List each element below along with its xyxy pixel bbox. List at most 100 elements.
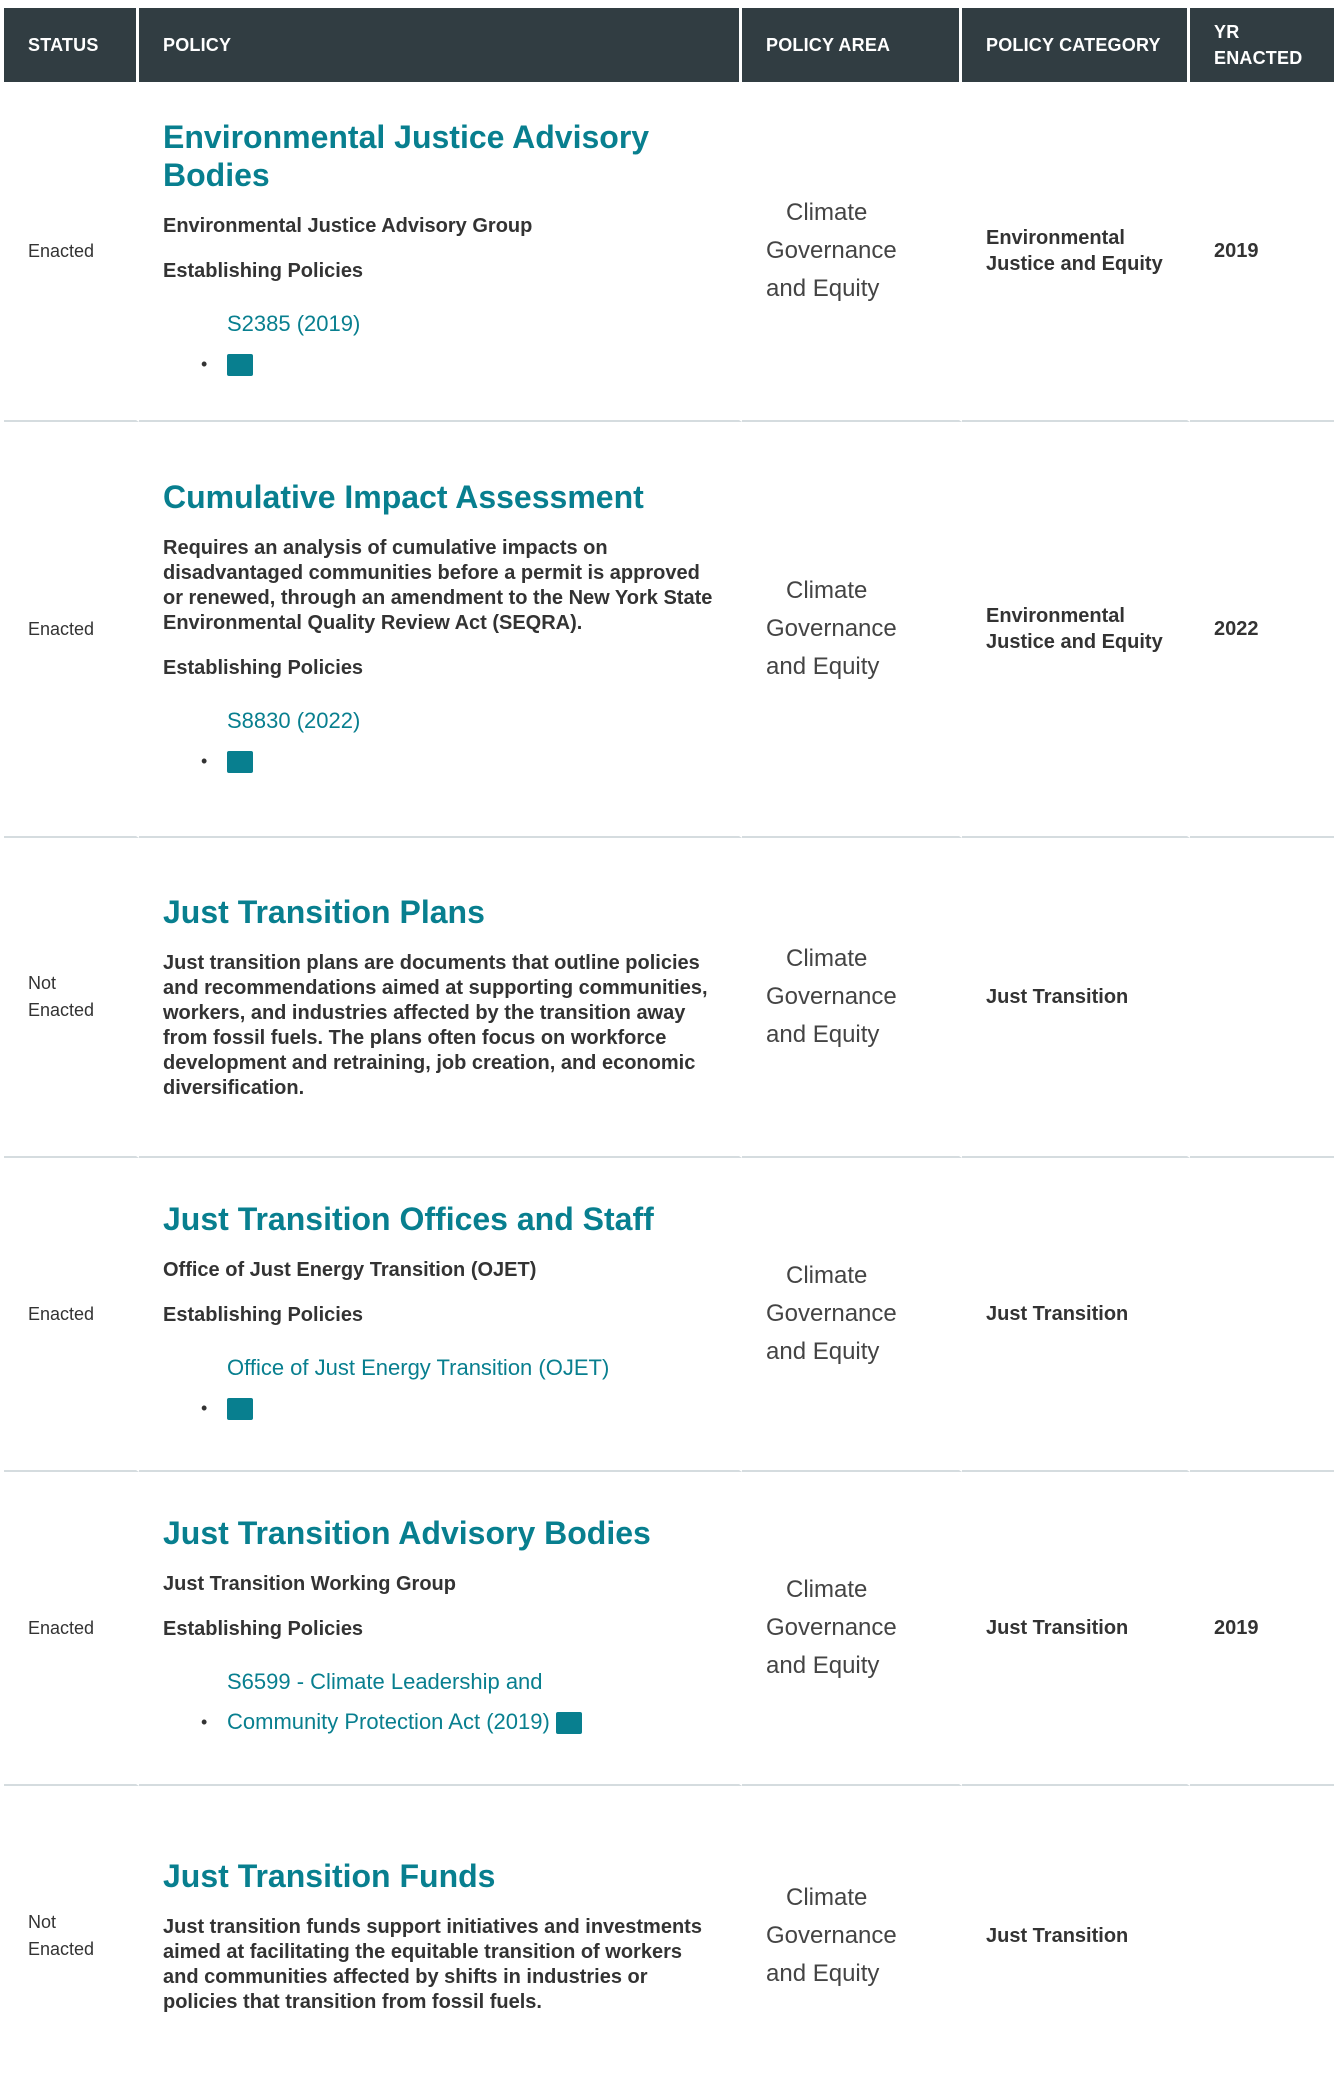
year-cell <box>1190 1158 1334 1472</box>
policy-area-cell: Climate Governance and Equity <box>742 82 962 422</box>
policy-link[interactable]: S8830 (2022) <box>227 708 360 733</box>
establishing-policies-label: Establishing Policies <box>163 260 364 282</box>
policy-description: Requires an analysis of cumulative impac… <box>163 536 713 634</box>
table-row: Enacted Just Transition Offices and Staf… <box>4 1158 1334 1472</box>
policy-link[interactable]: Office of Just Energy Transition (OJET) <box>227 1355 609 1380</box>
status-cell: Enacted <box>4 1158 139 1472</box>
status-text: Not Enacted <box>28 1912 95 1959</box>
policy-description: Just transition plans are documents that… <box>163 952 708 1099</box>
policy-category-cell: Environmental Justice and Equity <box>962 422 1190 838</box>
policy-area: Climate Governance and Equity <box>766 1262 897 1365</box>
status-text: Enacted <box>28 618 95 639</box>
policy-category-cell: Environmental Justice and Equity <box>962 82 1190 422</box>
header-status[interactable]: STATUS <box>4 8 139 82</box>
table-row: Not Enacted Just Transition Plans Just t… <box>4 838 1334 1158</box>
header-yr-enacted[interactable]: YR ENACTED <box>1190 8 1334 82</box>
policy-links-list: S2385 (2019) <box>163 304 715 384</box>
policy-table: STATUS POLICY POLICY AREA POLICY CATEGOR… <box>4 8 1334 2086</box>
policy-category: Just Transition <box>986 1925 1129 1947</box>
status-cell: Enacted <box>4 82 139 422</box>
header-row: STATUS POLICY POLICY AREA POLICY CATEGOR… <box>4 8 1334 82</box>
policy-title-link[interactable]: Just Transition Advisory Bodies <box>163 1515 651 1551</box>
policy-description: Just transition funds support initiative… <box>163 1916 702 2013</box>
policy-link-item: S8830 (2022) <box>201 701 715 781</box>
policy-description: Environmental Justice Advisory Group <box>163 215 533 237</box>
status-text: Enacted <box>28 240 95 261</box>
policy-area-cell: Climate Governance and Equity <box>742 838 962 1158</box>
table-row: Not Enacted Just Transition Funds Just t… <box>4 1786 1334 2086</box>
policy-area: Climate Governance and Equity <box>766 1576 897 1679</box>
policy-category-cell: Just Transition <box>962 838 1190 1158</box>
policy-area-cell: Climate Governance and Equity <box>742 1786 962 2086</box>
establishing-policies-label: Establishing Policies <box>163 1304 364 1326</box>
policy-area: Climate Governance and Equity <box>766 577 897 680</box>
year-cell: 2022 <box>1190 422 1334 838</box>
status-cell: Enacted <box>4 422 139 838</box>
policy-title: Just Transition Advisory Bodies <box>163 1514 715 1552</box>
policy-link[interactable]: S6599 - Climate Leadership and Community… <box>227 1669 550 1734</box>
policy-title: Just Transition Offices and Staff <box>163 1200 715 1238</box>
policy-area: Climate Governance and Equity <box>766 1884 897 1987</box>
document-icon[interactable] <box>555 1712 582 1735</box>
year-enacted: 2019 <box>1214 1616 1259 1639</box>
policy-cell: Just Transition Plans Just transition pl… <box>139 838 742 1158</box>
establishing-policies-label: Establishing Policies <box>163 1618 364 1640</box>
header-policy-area[interactable]: POLICY AREA <box>742 8 962 82</box>
policy-category-cell: Just Transition <box>962 1158 1190 1472</box>
year-cell <box>1190 838 1334 1158</box>
status-cell: Enacted <box>4 1472 139 1786</box>
policy-cell: Environmental Justice Advisory Bodies En… <box>139 82 742 422</box>
policy-title-link[interactable]: Just Transition Plans <box>163 894 485 930</box>
policy-link[interactable]: S2385 (2019) <box>227 311 360 336</box>
status-cell: Not Enacted <box>4 838 139 1158</box>
status-text: Not Enacted <box>28 973 95 1020</box>
status-text: Enacted <box>28 1617 95 1638</box>
policy-category-cell: Just Transition <box>962 1472 1190 1786</box>
year-enacted: 2022 <box>1214 617 1259 640</box>
header-policy[interactable]: POLICY <box>139 8 742 82</box>
policy-title-link[interactable]: Environmental Justice Advisory Bodies <box>163 119 649 193</box>
policy-link-item: S6599 - Climate Leadership and Community… <box>201 1662 647 1742</box>
policy-title-link[interactable]: Cumulative Impact Assessment <box>163 479 644 515</box>
policy-area-cell: Climate Governance and Equity <box>742 1158 962 1472</box>
policy-category-cell: Just Transition <box>962 1786 1190 2086</box>
table-row: Enacted Environmental Justice Advisory B… <box>4 82 1334 422</box>
policy-table-page: STATUS POLICY POLICY AREA POLICY CATEGOR… <box>0 0 1338 2087</box>
policy-title: Just Transition Funds <box>163 1857 715 1895</box>
status-text: Enacted <box>28 1303 95 1324</box>
policy-area: Climate Governance and Equity <box>766 945 897 1048</box>
policy-title: Cumulative Impact Assessment <box>163 478 715 516</box>
document-icon[interactable] <box>227 750 253 773</box>
policy-description: Office of Just Energy Transition (OJET) <box>163 1259 537 1281</box>
policy-links-list: Office of Just Energy Transition (OJET) <box>163 1348 715 1428</box>
policy-area-cell: Climate Governance and Equity <box>742 422 962 838</box>
policy-description: Just Transition Working Group <box>163 1573 456 1595</box>
policy-links-list: S6599 - Climate Leadership and Community… <box>163 1662 715 1742</box>
policy-category: Environmental Justice and Equity <box>986 227 1163 275</box>
policy-cell: Just Transition Advisory Bodies Just Tra… <box>139 1472 742 1786</box>
year-cell: 2019 <box>1190 82 1334 422</box>
table-row: Enacted Cumulative Impact Assessment Req… <box>4 422 1334 838</box>
establishing-policies-label: Establishing Policies <box>163 656 364 679</box>
document-icon[interactable] <box>227 354 253 377</box>
policy-link-item: S2385 (2019) <box>201 304 715 384</box>
policy-title: Environmental Justice Advisory Bodies <box>163 118 715 194</box>
document-icon[interactable] <box>227 1398 253 1421</box>
status-cell: Not Enacted <box>4 1786 139 2086</box>
policy-cell: Just Transition Offices and Staff Office… <box>139 1158 742 1472</box>
policy-category: Environmental Justice and Equity <box>986 605 1163 653</box>
policy-cell: Just Transition Funds Just transition fu… <box>139 1786 742 2086</box>
policy-area: Climate Governance and Equity <box>766 199 897 302</box>
table-row: Enacted Just Transition Advisory Bodies … <box>4 1472 1334 1786</box>
header-policy-category[interactable]: POLICY CATEGORY <box>962 8 1190 82</box>
policy-title-link[interactable]: Just Transition Funds <box>163 1858 495 1894</box>
policy-links-list: S8830 (2022) <box>163 701 715 781</box>
policy-link-item: Office of Just Energy Transition (OJET) <box>201 1348 715 1428</box>
policy-category: Just Transition <box>986 1303 1129 1325</box>
policy-category: Just Transition <box>986 1617 1129 1639</box>
year-enacted: 2019 <box>1214 239 1259 262</box>
year-cell <box>1190 1786 1334 2086</box>
year-cell: 2019 <box>1190 1472 1334 1786</box>
policy-title-link[interactable]: Just Transition Offices and Staff <box>163 1201 654 1237</box>
policy-title: Just Transition Plans <box>163 893 715 931</box>
